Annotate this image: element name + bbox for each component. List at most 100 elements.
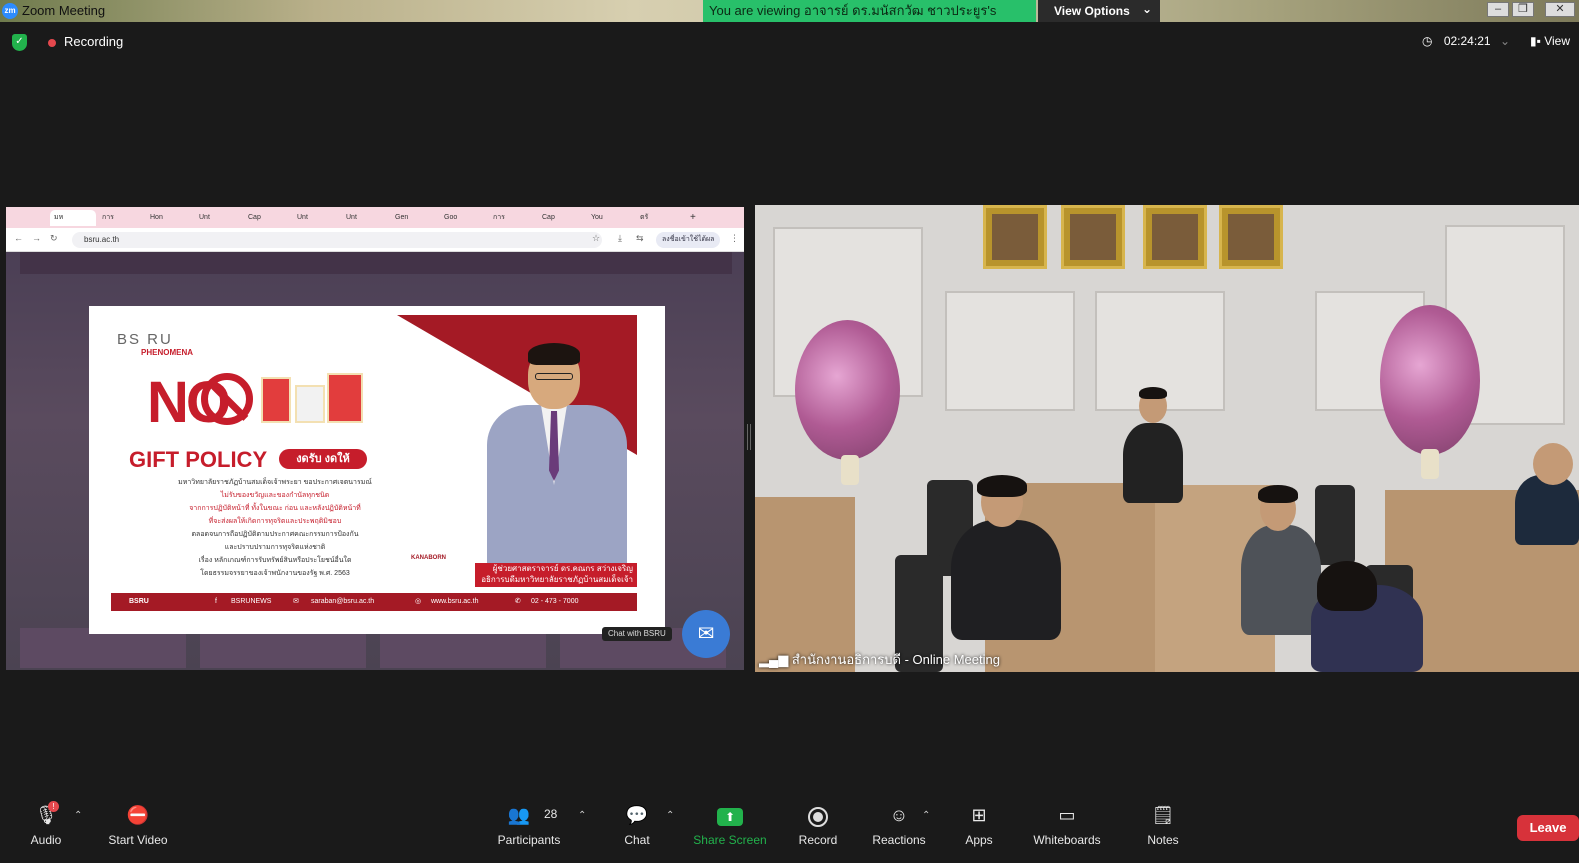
share-screen-button[interactable]: ⬆ Share Screen (690, 795, 770, 855)
browser-tab[interactable]: Cap (538, 210, 584, 226)
gift-box-icon (327, 373, 363, 423)
url-field[interactable]: bsru.ac.th (72, 232, 602, 248)
portrait-image (1228, 214, 1274, 260)
web-address: www.bsru.ac.th (431, 598, 479, 605)
apps-button[interactable]: ⊞ Apps (956, 795, 1002, 855)
participant-hair (1258, 485, 1298, 503)
gift-box-icon (295, 385, 325, 423)
record-button[interactable]: Record (792, 795, 844, 855)
phone-number: 02 - 473 - 7000 (531, 598, 579, 605)
reload-icon[interactable]: ↻ (50, 233, 58, 244)
smile-plus-icon: ☺ (889, 805, 909, 825)
leave-button[interactable]: Leave (1517, 815, 1579, 841)
apps-label: Apps (965, 833, 993, 847)
poster-text-line: มหาวิทยาลัยราชภัฏบ้านสมเด็จเจ้าพระยา ขอป… (178, 479, 372, 486)
poster-text-line: และปราบปรามการทุจริตแห่งชาติ (224, 544, 326, 551)
flower-arrangement (795, 320, 900, 460)
audio-label: Audio (30, 833, 62, 847)
record-icon (808, 807, 828, 827)
website-nav-bar (20, 252, 732, 274)
participants-options-caret[interactable]: ⌃ (578, 810, 586, 821)
poster-footer: BSRU f BSRUNEWS ✉ saraban@bsru.ac.th ◎ w… (111, 593, 637, 611)
web-icon: ◎ (415, 598, 422, 605)
chat-label: Chat (624, 833, 650, 847)
bsru-footer-logo: BSRU (129, 598, 149, 605)
reactions-button[interactable]: ☺ Reactions (866, 795, 932, 855)
browser-tab[interactable]: Hon (146, 210, 192, 226)
meeting-timer: ◷ 02:24:21 (1422, 34, 1491, 48)
website-card (200, 628, 366, 668)
bookmark-star-icon[interactable]: ☆ (592, 233, 600, 244)
facebook-icon: f (215, 598, 217, 605)
extensions-icon[interactable]: ⇆ (636, 233, 644, 244)
view-button[interactable]: ▮▪ View (1530, 34, 1570, 48)
audio-options-caret[interactable]: ⌃ (74, 810, 82, 821)
security-shield-icon[interactable]: ✓ (12, 34, 27, 51)
announcement-popup[interactable]: BS RU PHENOMENA NO GIFT POLICY งดรับ งดใ… (89, 306, 665, 634)
browser-menu-icon[interactable]: ⋮ (730, 233, 739, 244)
view-options-button[interactable]: View Options ⌄ (1038, 0, 1160, 22)
royal-portrait (1143, 205, 1207, 269)
poster-text-line: โดยธรรมจรรยาของเจ้าพนักงานของรัฐ พ.ศ. 25… (200, 570, 350, 577)
browser-tab[interactable]: You (587, 210, 633, 226)
new-tab-button[interactable]: + (686, 210, 700, 226)
browser-tab[interactable]: ตรั (636, 210, 682, 226)
shared-screen: มห การ Hon Unt Cap Unt Unt Gen Goo การ C… (6, 207, 744, 670)
profile-signin-button[interactable]: ลงชื่อเข้าใช้ได้ผล (656, 232, 721, 248)
glasses-shape (535, 373, 573, 380)
participants-label: Participants (497, 833, 561, 847)
whiteboards-button[interactable]: ▭ Whiteboards (1026, 795, 1108, 855)
email-address: saraban@bsru.ac.th (311, 598, 375, 605)
website-card (20, 628, 186, 668)
email-icon: ✉ (293, 598, 299, 605)
back-icon[interactable]: ← (14, 233, 23, 243)
window-title: Zoom Meeting (22, 3, 106, 18)
start-video-button[interactable]: ⛔ Start Video (100, 795, 176, 855)
rector-name-line: ผู้ช่วยศาสตราจารย์ ดร.คณกร สว่างเจริญ (492, 564, 633, 573)
split-view-handle[interactable] (747, 424, 751, 450)
website-card (380, 628, 546, 668)
view-label: View (1544, 34, 1570, 48)
browser-tab-strip: มห การ Hon Unt Cap Unt Unt Gen Goo การ C… (6, 207, 744, 228)
download-icon[interactable]: ⤓ (618, 233, 622, 244)
notes-icon: 🗒 (1151, 805, 1175, 825)
portrait-image (1152, 214, 1198, 260)
browser-tab[interactable]: Unt (342, 210, 388, 226)
recording-label[interactable]: Recording (64, 34, 123, 49)
browser-tab[interactable]: มห (50, 210, 96, 226)
close-button[interactable]: ✕ (1545, 2, 1575, 17)
poster-text-line: จากการปฏิบัติหน้าที่ ทั้งในขณะ ก่อน และห… (189, 505, 361, 512)
browser-tab[interactable]: Goo (440, 210, 486, 226)
browser-tab[interactable]: Unt (293, 210, 339, 226)
gift-box-icon (261, 377, 291, 423)
flower-arrangement (1380, 305, 1480, 455)
minimize-button[interactable]: – (1487, 2, 1509, 17)
chevron-down-icon: ⌄ (1142, 2, 1153, 16)
participants-count: 28 (544, 807, 558, 821)
poster-text-line: ตลอดจนการถือปฏิบัติตามประกาศคณะกรรมการป้… (191, 531, 359, 538)
browser-tab[interactable]: การ (98, 210, 144, 226)
restore-button[interactable]: ❐ (1512, 2, 1534, 17)
whiteboards-label: Whiteboards (1033, 833, 1101, 847)
forward-icon[interactable]: → (32, 233, 41, 243)
meeting-table (755, 497, 855, 672)
participants-button[interactable]: 👥 28 Participants (492, 795, 566, 855)
meeting-top-bar: ✓ Recording ◷ 02:24:21 ⌄ ▮▪ View (0, 22, 1579, 62)
chat-options-caret[interactable]: ⌃ (666, 810, 674, 821)
reactions-options-caret[interactable]: ⌃ (922, 810, 930, 821)
browser-tab[interactable]: Gen (391, 210, 437, 226)
chat-button[interactable]: 💬 Chat (614, 795, 660, 855)
browser-tab[interactable]: Cap (244, 210, 290, 226)
viewing-screen-banner: You are viewing อาจารย์ ดร.มนัสกวัฒ ชาวป… (703, 0, 1036, 40)
timer-divider: ⌄ (1500, 34, 1511, 48)
phenomena-logo-text: PHENOMENA (141, 348, 194, 357)
notes-button[interactable]: 🗒 Notes (1138, 795, 1188, 855)
browser-tab[interactable]: การ (489, 210, 535, 226)
kanaborn-logo: KANABORN (411, 555, 446, 561)
bsru-logo: BS RU (117, 331, 173, 348)
audio-button[interactable]: 🎙 ! Audio (20, 795, 72, 855)
poster-text-line: ไม่รับของขวัญและของกำนัลทุกชนิด (220, 492, 330, 499)
browser-tab[interactable]: Unt (195, 210, 241, 226)
messenger-icon[interactable]: ✉ (682, 610, 730, 658)
poster-text-line: เรื่อง หลักเกณฑ์การรับทรัพย์สินหรือประโย… (198, 557, 352, 564)
